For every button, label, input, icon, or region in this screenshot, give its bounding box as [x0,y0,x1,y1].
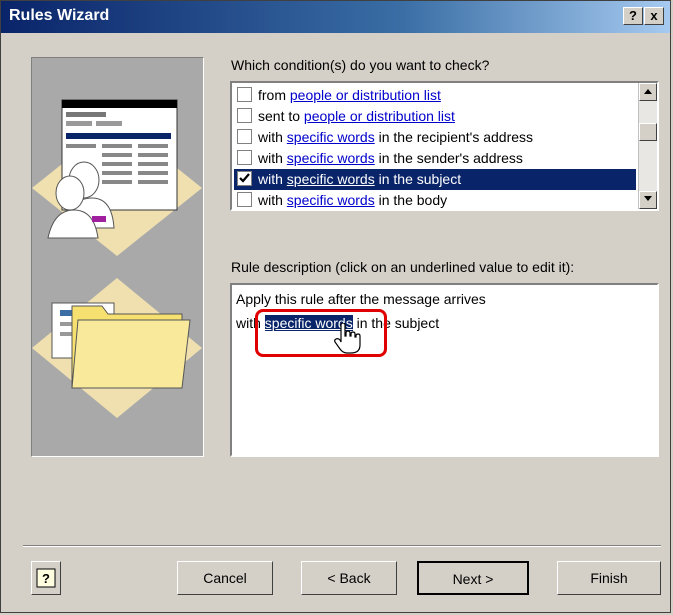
condition-text: with [258,171,287,187]
next-button[interactable]: Next > [417,561,529,595]
condition-link[interactable]: specific words [287,150,375,166]
rules-wizard-dialog: Rules Wizard ? x Which condition(s) do y… [0,0,671,613]
arrow-down-icon [644,196,652,201]
finish-button[interactable]: Finish [557,561,661,595]
button-separator [23,545,661,547]
condition-checkbox[interactable] [237,150,252,165]
condition-checkbox[interactable] [237,129,252,144]
condition-text: with [258,192,287,208]
condition-text-suffix: in the sender's address [374,150,523,166]
description-line-1: Apply this rule after the message arrive… [236,291,486,307]
wizard-illustration [31,57,204,457]
conditions-listbox[interactable]: from people or distribution list sent to… [230,81,659,211]
condition-text: with [258,150,287,166]
annotation-highlight-box [255,309,387,357]
condition-checkbox-checked[interactable] [237,171,252,186]
condition-link[interactable]: people or distribution list [290,87,441,103]
condition-checkbox[interactable] [237,192,252,207]
condition-text: with [258,129,287,145]
condition-link[interactable]: specific words [287,192,375,208]
help-title-button[interactable]: ? [623,7,643,25]
condition-text: from [258,87,290,103]
condition-link[interactable]: people or distribution list [304,108,455,124]
condition-item[interactable]: sent to people or distribution list [234,106,636,127]
condition-item-selected[interactable]: with specific words in the subject [234,169,636,190]
window-title: Rules Wizard [9,7,110,24]
help-icon: ? [36,568,56,588]
condition-item[interactable]: with specific words in the sender's addr… [234,148,636,169]
hand-cursor-icon [334,323,361,354]
svg-text:?: ? [42,571,50,586]
condition-text-suffix: in the body [374,192,448,208]
condition-checkbox[interactable] [237,108,252,123]
arrow-up-icon [644,89,652,94]
scroll-up-button[interactable] [639,83,657,101]
description-prompt: Rule description (click on an underlined… [231,259,575,275]
condition-text-suffix: in the recipient's address [374,129,534,145]
conditions-prompt: Which condition(s) do you want to check? [231,57,490,73]
condition-link[interactable]: specific words [287,129,375,145]
condition-text: sent to [258,108,304,124]
wizard-illustration-graphic [32,58,203,456]
condition-item[interactable]: from people or distribution list [234,85,636,106]
help-button[interactable]: ? [31,561,61,595]
condition-item[interactable]: with specific words in the body [234,190,636,209]
scroll-thumb[interactable] [639,123,657,141]
condition-checkbox[interactable] [237,87,252,102]
conditions-scrollbar[interactable] [638,83,657,209]
scroll-down-button[interactable] [639,191,657,209]
condition-link[interactable]: specific words [287,171,375,187]
title-bar: Rules Wizard ? x [1,1,670,33]
condition-text-suffix: in the subject [374,171,462,187]
condition-item[interactable]: with specific words in the recipient's a… [234,127,636,148]
back-button[interactable]: < Back [301,561,397,595]
cancel-button[interactable]: Cancel [177,561,273,595]
close-button[interactable]: x [644,7,664,25]
checkmark-icon [239,173,250,183]
